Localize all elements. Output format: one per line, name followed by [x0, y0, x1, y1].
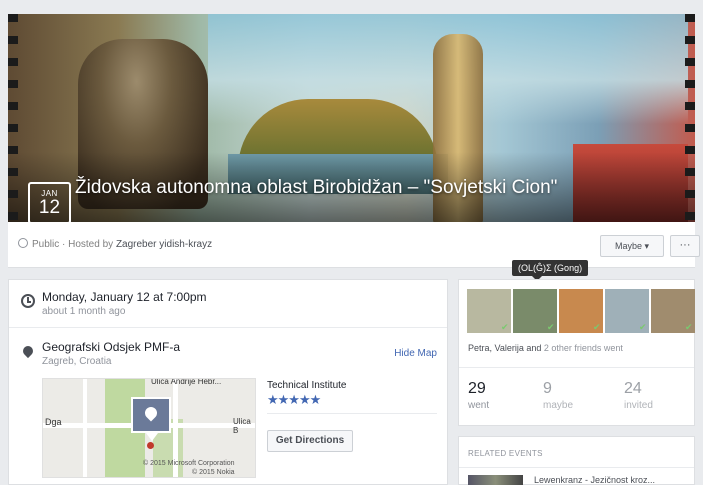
friends-went-line: Petra, Valerija and 2 other friends went — [468, 343, 623, 353]
stat-maybe[interactable]: 9 maybe — [543, 380, 573, 411]
time-row: Monday, January 12 at 7:00pm about 1 mon… — [9, 280, 447, 328]
friend-avatars: ✔ ✔ ✔ ✔ ✔ — [467, 289, 695, 333]
map-street-label: Ulica B — [233, 417, 251, 435]
stat-count: 9 — [543, 380, 552, 397]
divider — [459, 467, 694, 468]
friends-others[interactable]: 2 other friends went — [544, 343, 623, 353]
host-bar: Public · Hosted by Zagreber yidish-krayz… — [8, 222, 700, 268]
place-name[interactable]: Technical Institute — [267, 380, 347, 391]
globe-icon — [18, 238, 28, 248]
stat-label: invited — [624, 400, 653, 411]
clock-icon — [21, 294, 35, 308]
hide-map-link[interactable]: Hide Map — [394, 348, 437, 359]
divider — [267, 413, 437, 414]
event-location[interactable]: Geografski Odsjek PMF-a — [42, 340, 180, 354]
maybe-button[interactable]: Maybe ▾ — [600, 235, 664, 257]
stat-count: 29 — [468, 380, 486, 397]
cover-photo[interactable]: JAN 12 Židovska autonomna oblast Birobid… — [8, 14, 695, 222]
map-location-dot — [147, 442, 154, 449]
friend-avatar[interactable]: ✔ — [559, 289, 603, 333]
event-time[interactable]: Monday, January 12 at 7:00pm — [42, 290, 207, 304]
event-details-card: Monday, January 12 at 7:00pm about 1 mon… — [8, 279, 448, 485]
host-link[interactable]: Zagreber yidish-krayz — [116, 239, 212, 250]
stat-went[interactable]: 29 went — [468, 380, 489, 411]
check-icon: ✔ — [501, 322, 509, 332]
divider — [459, 367, 694, 368]
event-time-relative: about 1 month ago — [42, 306, 126, 317]
stat-label: maybe — [543, 400, 574, 411]
film-perforation-right — [685, 14, 695, 222]
privacy-host-line: Public · Hosted by Zagreber yidish-krayz — [18, 238, 212, 250]
related-events-card: RELATED EVENTS Lewenkranz - Jezičnost kr… — [458, 436, 695, 485]
location-pin-icon — [20, 343, 36, 359]
friend-avatar[interactable]: ✔ — [651, 289, 695, 333]
map-street-label: Ulica Andrije Hebr... — [151, 378, 222, 386]
place-rating-stars: ★★★★★ — [267, 392, 321, 407]
map-marker-icon[interactable] — [131, 397, 171, 441]
friend-avatar[interactable]: ✔ — [605, 289, 649, 333]
location-map[interactable]: Ulica Andrije Hebr... Dga Ulica B © 2015… — [42, 378, 256, 478]
stat-label: went — [468, 400, 490, 411]
guests-card: ✔ ✔ ✔ ✔ ✔ Petra, Valerija and 2 other fr… — [458, 279, 695, 426]
check-icon: ✔ — [639, 322, 647, 332]
map-copyright: © 2015 Microsoft Corporation © 2015 Noki… — [143, 460, 235, 476]
check-icon: ✔ — [685, 322, 693, 332]
event-title: Židovska autonomna oblast Birobidžan – "… — [75, 177, 558, 198]
check-icon: ✔ — [593, 322, 601, 332]
related-event-name[interactable]: Lewenkranz - Jezičnost kroz... — [534, 475, 655, 485]
stat-invited[interactable]: 24 invited — [624, 380, 653, 411]
map-pin-icon — [142, 404, 160, 422]
related-event-thumbnail[interactable] — [468, 475, 523, 485]
friend-avatar[interactable]: ✔ — [467, 289, 511, 333]
more-options-button[interactable]: ··· — [670, 235, 700, 257]
film-perforation-left — [8, 14, 18, 222]
event-city: Zagreb, Croatia — [42, 356, 112, 367]
map-road — [83, 379, 87, 477]
friends-and: and — [523, 343, 544, 353]
check-icon: ✔ — [547, 322, 555, 332]
friend-avatar[interactable]: ✔ — [513, 289, 557, 333]
friend-names[interactable]: Petra, Valerija — [468, 343, 524, 353]
stat-count: 24 — [624, 380, 642, 397]
event-date-badge: JAN 12 — [28, 182, 71, 222]
privacy-label: Public · Hosted by — [32, 239, 116, 250]
get-directions-button[interactable]: Get Directions — [267, 430, 353, 452]
map-street-label: Dga — [45, 417, 62, 427]
friend-name-tooltip: (ΟL(Ĝ)Σ (Gong) — [512, 260, 589, 281]
related-events-title: RELATED EVENTS — [468, 449, 543, 458]
event-day: 12 — [38, 197, 61, 218]
